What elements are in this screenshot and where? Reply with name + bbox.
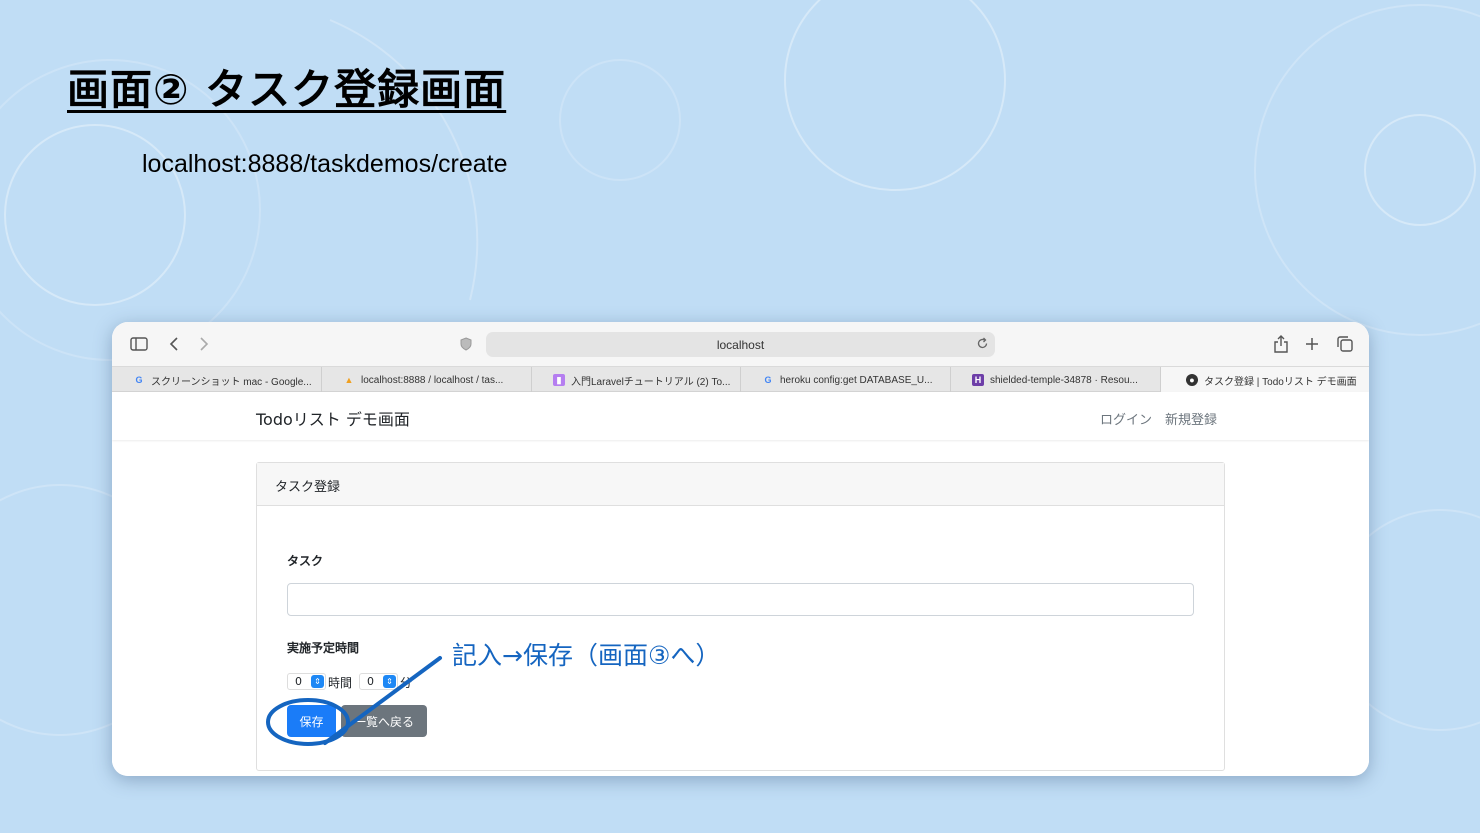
tabs-icon[interactable] [1333,332,1357,356]
tab-label: localhost:8888 / localhost / tas... [361,374,504,386]
phpmyadmin-icon: ▲ [344,375,354,385]
shield-icon [454,332,478,356]
sidebar-icon[interactable] [127,332,151,356]
heroku-icon: H [972,374,984,386]
back-to-list-button[interactable]: 一覧へ戻る [341,705,427,737]
navbar-brand[interactable]: Todoリスト デモ画面 [256,406,410,430]
page-content: Todoリスト デモ画面 ログイン 新規登録 タスク登録 タスク 実施予定時間 … [112,392,1369,776]
plus-icon[interactable] [1300,332,1324,356]
tab-bar: G スクリーンショット mac - Google... ▲ localhost:… [112,366,1369,393]
callout-text: 記入→保存（画面③へ） [452,641,721,670]
tab-label: 入門Laravelチュートリアル (2) To... [571,376,731,388]
share-icon[interactable] [1269,332,1293,356]
register-link[interactable]: 新規登録 [1165,409,1217,428]
task-label: タスク [287,554,324,568]
card-header: タスク登録 [257,463,1224,506]
chevron-left-icon[interactable] [162,332,186,356]
minutes-value: 0 [367,675,374,688]
slide-url-text: localhost:8888/taskdemos/create [142,150,508,178]
tab-label: shielded-temple-34878 · Resou... [990,374,1138,386]
github-icon: ● [1186,374,1198,386]
hours-stepper[interactable]: 0 ⇕ [287,673,326,690]
scheduled-time-label: 実施予定時間 [287,641,360,655]
browser-toolbar: localhost [112,322,1369,366]
navbar: Todoリスト デモ画面 ログイン 新規登録 [112,392,1369,440]
browser-tab[interactable]: G heroku config:get DATABASE_U... [741,367,951,393]
google-icon: G [764,375,772,385]
address-text: localhost [716,337,765,352]
spinner-icon[interactable]: ⇕ [383,675,396,688]
tab-label: スクリーンショット mac - Google... [151,376,312,388]
reload-icon[interactable] [976,337,989,353]
browser-tab[interactable]: H shielded-temple-34878 · Resou... [951,367,1161,393]
hours-unit: 時間 [328,676,353,690]
hours-value: 0 [295,675,302,688]
google-icon: G [135,375,143,385]
task-create-card: タスク登録 タスク 実施予定時間 0 ⇕ 時間 0 ⇕ 分 保存 一覧へ戻る [256,462,1225,771]
save-button[interactable]: 保存 [287,705,336,737]
minutes-stepper[interactable]: 0 ⇕ [359,673,398,690]
chevron-right-icon[interactable] [192,332,216,356]
task-input[interactable] [287,583,1194,616]
browser-tab-active[interactable]: ● タスク登録 | Todoリスト デモ画面 [1161,367,1369,393]
tab-label: heroku config:get DATABASE_U... [780,374,933,386]
browser-tab[interactable]: ▲ localhost:8888 / localhost / tas... [322,367,532,393]
login-link[interactable]: ログイン [1100,409,1152,428]
address-bar[interactable]: localhost [486,332,995,357]
slide-title: 画面② タスク登録画面 [67,65,507,114]
browser-window: localhost G スクリーンショット mac - Google... ▲ … [112,322,1369,776]
tab-label: タスク登録 | Todoリスト デモ画面 [1204,376,1357,388]
minutes-unit: 分 [400,676,413,690]
spinner-icon[interactable]: ⇕ [311,675,324,688]
qiita-icon: ▮ [553,374,565,386]
browser-tab[interactable]: G スクリーンショット mac - Google... [112,367,322,393]
browser-tab[interactable]: ▮ 入門Laravelチュートリアル (2) To... [532,367,741,393]
